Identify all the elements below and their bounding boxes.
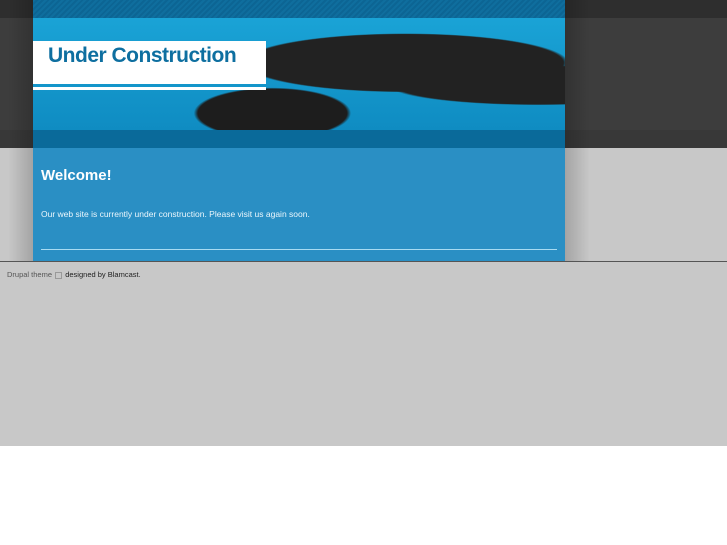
drupal-theme-link[interactable]: Drupal theme: [7, 270, 52, 279]
divider: [0, 261, 727, 262]
external-link-icon: [55, 271, 63, 279]
world-map-banner: Under Construction: [33, 18, 565, 130]
site-title-box: Under Construction: [33, 41, 266, 84]
footer: Drupal theme designed by Blamcast.: [7, 270, 141, 279]
site-title[interactable]: Under Construction: [33, 41, 266, 68]
page-heading: Welcome!: [41, 167, 112, 184]
designed-by-text[interactable]: designed by Blamcast.: [65, 270, 140, 279]
shadow-right: [565, 0, 590, 261]
title-underline: [33, 87, 266, 90]
top-strip: [33, 0, 565, 18]
divider: [41, 249, 557, 250]
nav-bar: [33, 130, 565, 148]
shadow-left: [8, 0, 33, 261]
construction-message: Our web site is currently under construc…: [41, 209, 310, 219]
main-content: Welcome! Our web site is currently under…: [33, 148, 565, 250]
page-container: Under Construction Welcome! Our web site…: [33, 0, 565, 261]
